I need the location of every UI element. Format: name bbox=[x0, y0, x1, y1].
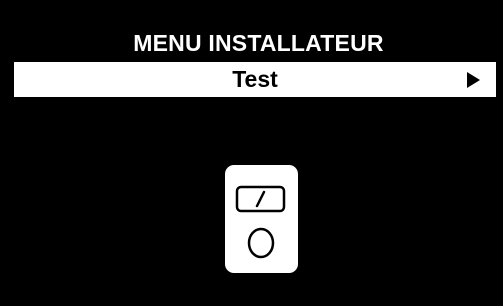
multimeter-test-icon bbox=[225, 165, 298, 273]
right-arrow-icon bbox=[467, 72, 480, 88]
installer-menu-screen: MENU INSTALLATEUR Test bbox=[0, 0, 503, 306]
menu-title: MENU INSTALLATEUR bbox=[133, 30, 384, 56]
menu-item-label: Test bbox=[232, 66, 278, 92]
menu-item-test[interactable]: Test bbox=[14, 62, 496, 97]
